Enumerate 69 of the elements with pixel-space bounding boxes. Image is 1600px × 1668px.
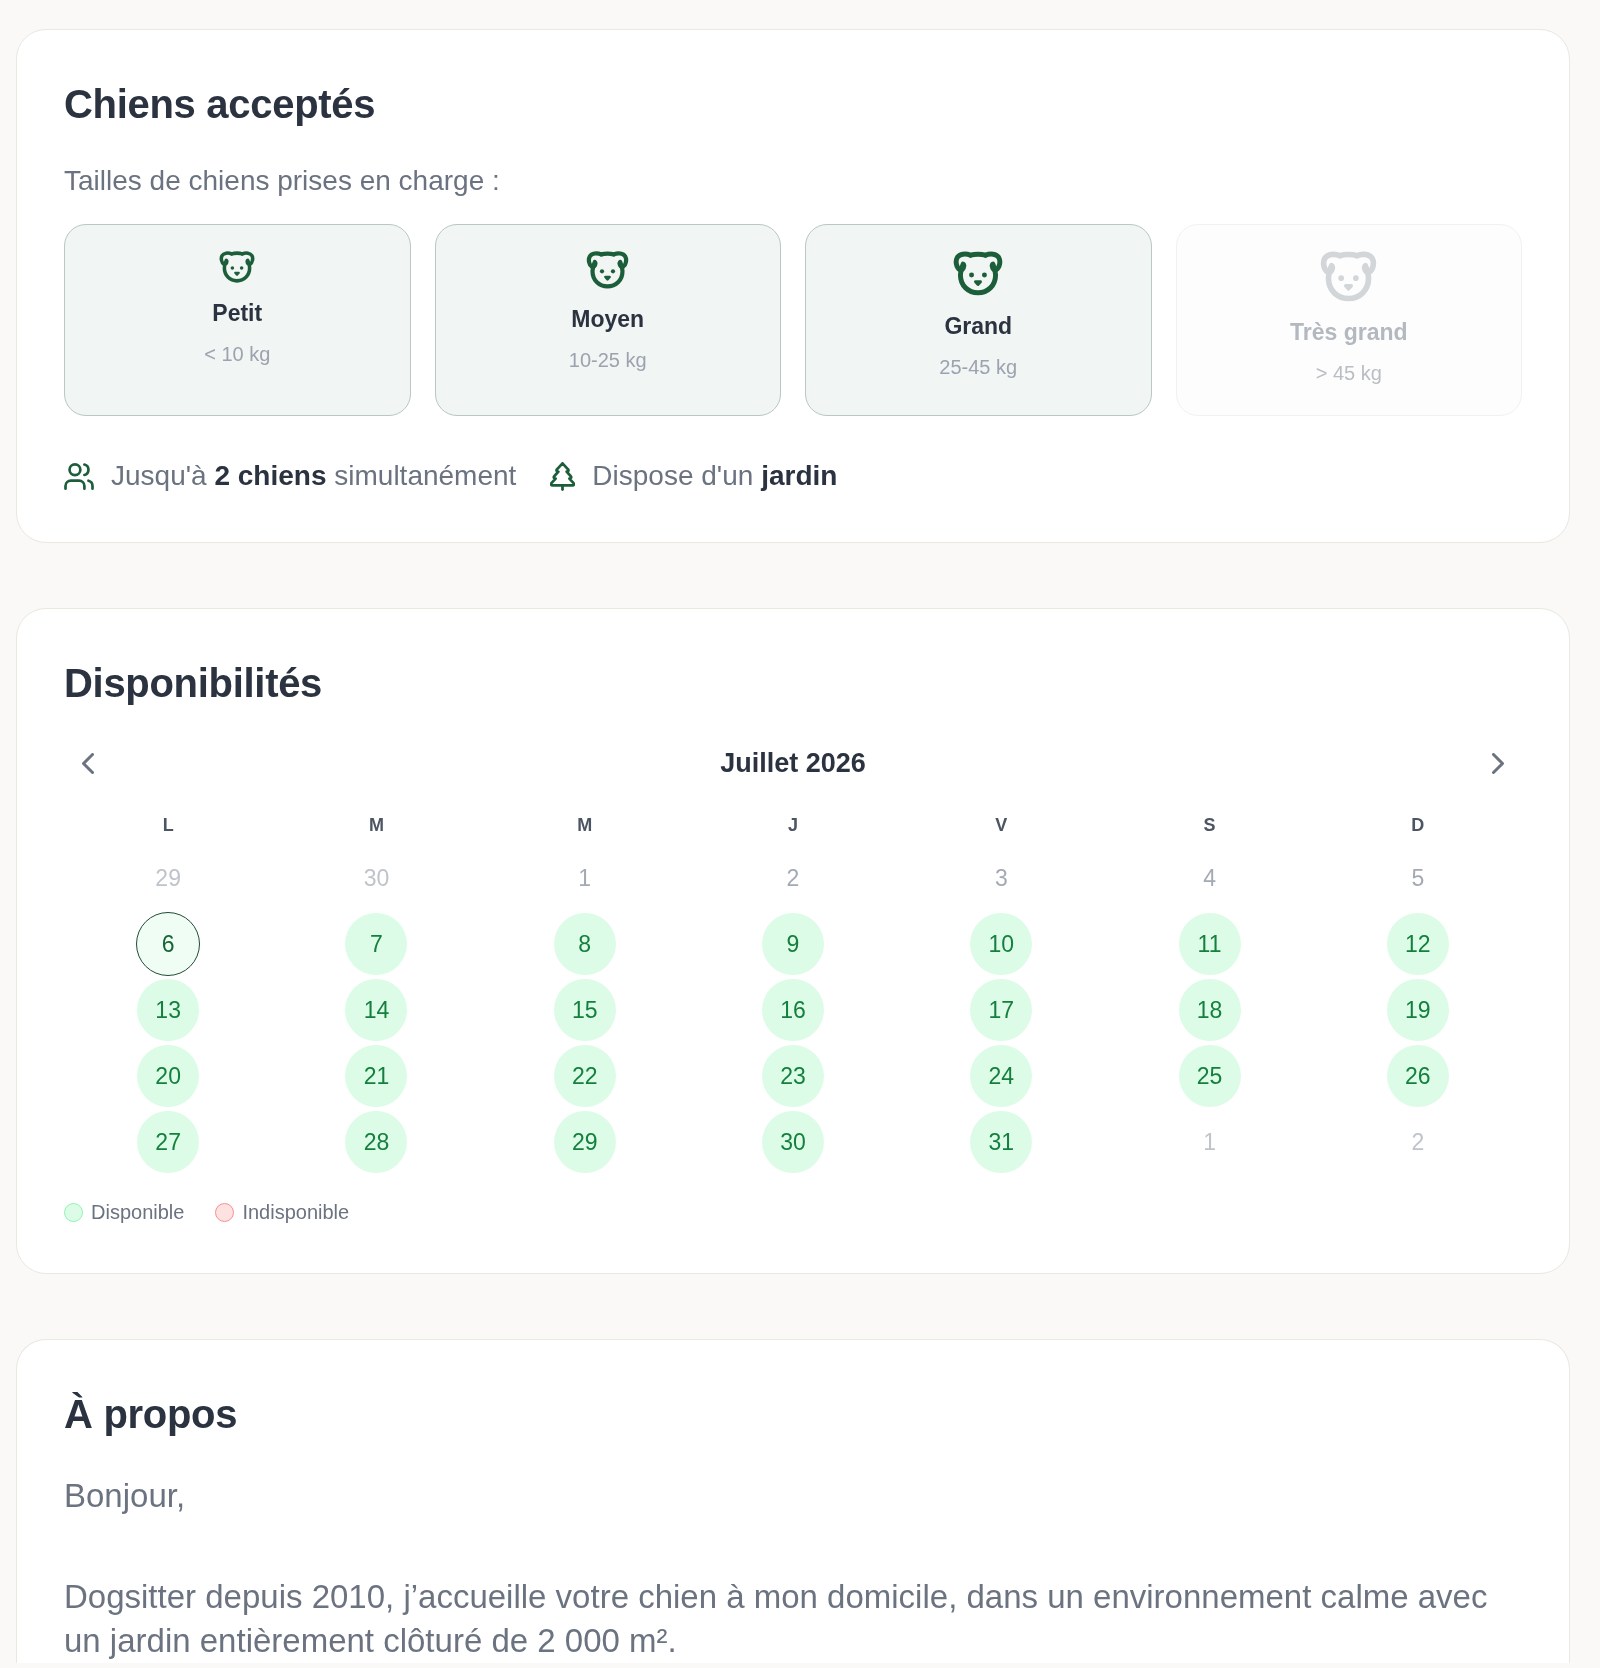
calendar-day[interactable]: 30: [762, 1111, 824, 1173]
month-title: Juillet 2026: [720, 747, 866, 780]
pine-tree-icon: [550, 461, 576, 491]
weekday-label: J: [788, 814, 798, 837]
calendar-day[interactable]: 22: [553, 1045, 616, 1107]
legend-label: Indisponible: [242, 1200, 350, 1224]
size-label: Grand: [944, 312, 1013, 340]
fact-text: Dispose d'un jardin: [592, 459, 838, 493]
weekday-label: V: [995, 814, 1008, 837]
calendar-day[interactable]: 9: [762, 913, 824, 975]
calendar-day: 2: [786, 864, 800, 892]
dog-face-icon: [953, 251, 1004, 296]
calendar-day[interactable]: 10: [970, 913, 1033, 975]
weight-range: < 10 kg: [204, 342, 271, 366]
calendar-day: 1: [1203, 1128, 1216, 1156]
weekday-label: S: [1203, 814, 1216, 837]
calendar-day[interactable]: 19: [1386, 979, 1449, 1041]
section-title: À propos: [64, 1391, 239, 1438]
calendar-day[interactable]: 23: [762, 1045, 824, 1107]
size-label: Petit: [212, 299, 263, 327]
dog-face-icon: [1320, 251, 1378, 302]
calendar-day[interactable]: 26: [1386, 1045, 1449, 1107]
size-label: Très grand: [1289, 318, 1408, 346]
calendar-day: 30: [363, 864, 390, 892]
weekday-label: M: [577, 814, 593, 837]
calendar-day[interactable]: 16: [762, 979, 824, 1041]
weight-range: 10-25 kg: [568, 348, 647, 372]
section-title: Chiens acceptés: [64, 81, 377, 128]
calendar-day[interactable]: 27: [137, 1111, 200, 1173]
weekday-label: D: [1411, 814, 1425, 837]
calendar-day[interactable]: 31: [970, 1111, 1033, 1173]
calendar-day[interactable]: 20: [137, 1045, 200, 1107]
calendar-day[interactable]: 6: [136, 912, 201, 976]
weight-range: > 45 kg: [1315, 361, 1382, 385]
fact-text: Jusqu'à 2 chiens simultanément: [111, 459, 517, 493]
calendar-day: 5: [1411, 864, 1425, 892]
weekday-label: L: [162, 814, 174, 837]
calendar-day[interactable]: 11: [1178, 913, 1241, 975]
calendar-day: 4: [1203, 864, 1216, 892]
calendar-day: 1: [578, 864, 592, 892]
section-title: Disponibilités: [64, 660, 324, 707]
calendar-day[interactable]: 13: [137, 979, 200, 1041]
legend-label: Disponible: [91, 1200, 185, 1224]
section-subtitle: Tailles de chiens prises en charge :: [64, 164, 501, 198]
calendar-day[interactable]: 8: [553, 913, 616, 975]
calendar-day[interactable]: 21: [345, 1045, 408, 1107]
calendar-day[interactable]: 18: [1178, 979, 1241, 1041]
weekday-label: M: [368, 814, 384, 837]
calendar-day[interactable]: 12: [1386, 913, 1449, 975]
about-paragraph: Dogsitter depuis 2010, j’accueille votre chien à mon domicile, dans un environnement calme avec un jardin entièrement clôturé de 2 000 m².: [64, 1577, 1489, 1661]
chevron-right-icon: [1492, 752, 1504, 774]
calendar-day[interactable]: 17: [970, 979, 1033, 1041]
calendar-day: 29: [155, 864, 181, 892]
about-paragraph: Bonjour,: [64, 1476, 187, 1516]
chevron-left-icon: [82, 752, 94, 774]
people-icon: [64, 462, 94, 490]
calendar-day[interactable]: 29: [553, 1111, 616, 1173]
weight-range: 25-45 kg: [939, 355, 1018, 379]
calendar-day[interactable]: 7: [345, 913, 408, 975]
calendar-day[interactable]: 15: [553, 979, 616, 1041]
calendar-day[interactable]: 24: [970, 1045, 1033, 1107]
dog-face-icon: [219, 251, 256, 283]
calendar-day[interactable]: 28: [345, 1111, 408, 1173]
dog-face-icon: [586, 251, 630, 289]
calendar-day[interactable]: 25: [1178, 1045, 1241, 1107]
calendar-day: 2: [1411, 1128, 1425, 1156]
size-label: Moyen: [571, 305, 645, 333]
calendar-day: 3: [994, 864, 1008, 892]
calendar-day[interactable]: 14: [345, 979, 408, 1041]
